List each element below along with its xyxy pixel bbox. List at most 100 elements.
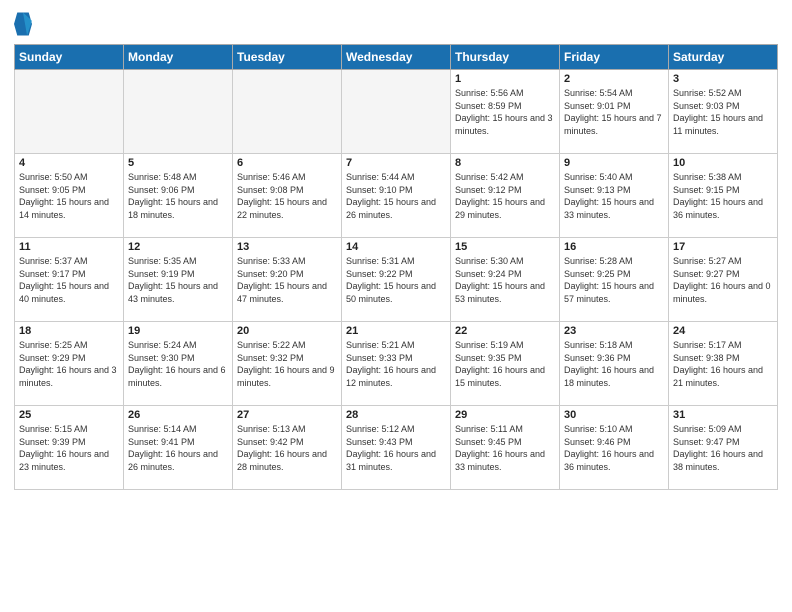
logo	[14, 10, 35, 38]
day-number: 12	[128, 241, 228, 253]
day-info: Sunrise: 5:27 AMSunset: 9:27 PMDaylight:…	[673, 255, 773, 305]
calendar-cell: 26 Sunrise: 5:14 AMSunset: 9:41 PMDayligh…	[124, 406, 233, 490]
day-number: 15	[455, 241, 555, 253]
calendar-cell: 22 Sunrise: 5:19 AMSunset: 9:35 PMDayligh…	[451, 322, 560, 406]
calendar: SundayMondayTuesdayWednesdayThursdayFrid…	[14, 44, 778, 490]
calendar-cell: 23 Sunrise: 5:18 AMSunset: 9:36 PMDayligh…	[560, 322, 669, 406]
day-info: Sunrise: 5:12 AMSunset: 9:43 PMDaylight:…	[346, 423, 446, 473]
calendar-cell: 31 Sunrise: 5:09 AMSunset: 9:47 PMDayligh…	[669, 406, 778, 490]
day-info: Sunrise: 5:56 AMSunset: 8:59 PMDaylight:…	[455, 87, 555, 137]
calendar-cell: 18Sunrise: 5:25 AMSunset: 9:29 PMDayligh…	[15, 322, 124, 406]
day-number: 17	[673, 241, 773, 253]
calendar-cell: 25 Sunrise: 5:15 AMSunset: 9:39 PMDayligh…	[15, 406, 124, 490]
week-row-3: 11 Sunrise: 5:37 AMSunset: 9:17 PMDayligh…	[15, 238, 778, 322]
day-info: Sunrise: 5:22 AMSunset: 9:32 PMDaylight:…	[237, 339, 337, 389]
day-number: 7	[346, 157, 446, 169]
day-number: 13	[237, 241, 337, 253]
weekday-header-sunday: Sunday	[15, 45, 124, 70]
day-info: Sunrise: 5:09 AMSunset: 9:47 PMDaylight:…	[673, 423, 773, 473]
day-number: 18	[19, 325, 119, 337]
day-number: 19	[128, 325, 228, 337]
day-info: Sunrise: 5:33 AMSunset: 9:20 PMDaylight:…	[237, 255, 337, 305]
day-number: 14	[346, 241, 446, 253]
day-info: Sunrise: 5:40 AMSunset: 9:13 PMDaylight:…	[564, 171, 664, 221]
week-row-2: 4 Sunrise: 5:50 AMSunset: 9:05 PMDaylight…	[15, 154, 778, 238]
day-info: Sunrise: 5:14 AMSunset: 9:41 PMDaylight:…	[128, 423, 228, 473]
day-info: Sunrise: 5:50 AMSunset: 9:05 PMDaylight:…	[19, 171, 119, 221]
header	[14, 10, 778, 38]
calendar-cell: 28 Sunrise: 5:12 AMSunset: 9:43 PMDayligh…	[342, 406, 451, 490]
day-number: 6	[237, 157, 337, 169]
page: SundayMondayTuesdayWednesdayThursdayFrid…	[0, 0, 792, 612]
calendar-cell: 10 Sunrise: 5:38 AMSunset: 9:15 PMDayligh…	[669, 154, 778, 238]
calendar-cell: 4 Sunrise: 5:50 AMSunset: 9:05 PMDaylight…	[15, 154, 124, 238]
day-info: Sunrise: 5:42 AMSunset: 9:12 PMDaylight:…	[455, 171, 555, 221]
weekday-header-thursday: Thursday	[451, 45, 560, 70]
calendar-cell: 6 Sunrise: 5:46 AMSunset: 9:08 PMDaylight…	[233, 154, 342, 238]
calendar-cell: 15Sunrise: 5:30 AMSunset: 9:24 PMDayligh…	[451, 238, 560, 322]
day-info: Sunrise: 5:10 AMSunset: 9:46 PMDaylight:…	[564, 423, 664, 473]
day-info: Sunrise: 5:11 AMSunset: 9:45 PMDaylight:…	[455, 423, 555, 473]
calendar-cell: 5Sunrise: 5:48 AMSunset: 9:06 PMDaylight…	[124, 154, 233, 238]
weekday-header-saturday: Saturday	[669, 45, 778, 70]
weekday-header-friday: Friday	[560, 45, 669, 70]
day-info: Sunrise: 5:37 AMSunset: 9:17 PMDaylight:…	[19, 255, 119, 305]
day-number: 2	[564, 73, 664, 85]
day-info: Sunrise: 5:19 AMSunset: 9:35 PMDaylight:…	[455, 339, 555, 389]
day-info: Sunrise: 5:44 AMSunset: 9:10 PMDaylight:…	[346, 171, 446, 221]
day-number: 23	[564, 325, 664, 337]
day-info: Sunrise: 5:21 AMSunset: 9:33 PMDaylight:…	[346, 339, 446, 389]
day-number: 8	[455, 157, 555, 169]
day-number: 11	[19, 241, 119, 253]
day-number: 27	[237, 409, 337, 421]
calendar-cell: 17 Sunrise: 5:27 AMSunset: 9:27 PMDayligh…	[669, 238, 778, 322]
day-number: 28	[346, 409, 446, 421]
calendar-cell	[342, 70, 451, 154]
day-number: 16	[564, 241, 664, 253]
day-info: Sunrise: 5:46 AMSunset: 9:08 PMDaylight:…	[237, 171, 337, 221]
day-number: 4	[19, 157, 119, 169]
calendar-cell: 1 Sunrise: 5:56 AMSunset: 8:59 PMDaylight…	[451, 70, 560, 154]
day-info: Sunrise: 5:15 AMSunset: 9:39 PMDaylight:…	[19, 423, 119, 473]
week-row-5: 25 Sunrise: 5:15 AMSunset: 9:39 PMDayligh…	[15, 406, 778, 490]
calendar-cell: 14 Sunrise: 5:31 AMSunset: 9:22 PMDayligh…	[342, 238, 451, 322]
day-number: 24	[673, 325, 773, 337]
day-number: 5	[128, 157, 228, 169]
day-number: 22	[455, 325, 555, 337]
week-row-1: 1 Sunrise: 5:56 AMSunset: 8:59 PMDaylight…	[15, 70, 778, 154]
weekday-header-row: SundayMondayTuesdayWednesdayThursdayFrid…	[15, 45, 778, 70]
calendar-cell: 12 Sunrise: 5:35 AMSunset: 9:19 PMDayligh…	[124, 238, 233, 322]
calendar-cell: 21 Sunrise: 5:21 AMSunset: 9:33 PMDayligh…	[342, 322, 451, 406]
weekday-header-monday: Monday	[124, 45, 233, 70]
day-number: 1	[455, 73, 555, 85]
week-row-4: 18Sunrise: 5:25 AMSunset: 9:29 PMDayligh…	[15, 322, 778, 406]
day-number: 9	[564, 157, 664, 169]
calendar-cell	[124, 70, 233, 154]
day-info: Sunrise: 5:52 AMSunset: 9:03 PMDaylight:…	[673, 87, 773, 137]
calendar-cell	[233, 70, 342, 154]
calendar-cell: 30Sunrise: 5:10 AMSunset: 9:46 PMDayligh…	[560, 406, 669, 490]
day-number: 21	[346, 325, 446, 337]
day-number: 10	[673, 157, 773, 169]
day-info: Sunrise: 5:54 AMSunset: 9:01 PMDaylight:…	[564, 87, 664, 137]
day-number: 26	[128, 409, 228, 421]
calendar-cell: 11 Sunrise: 5:37 AMSunset: 9:17 PMDayligh…	[15, 238, 124, 322]
calendar-cell: 24 Sunrise: 5:17 AMSunset: 9:38 PMDayligh…	[669, 322, 778, 406]
day-info: Sunrise: 5:28 AMSunset: 9:25 PMDaylight:…	[564, 255, 664, 305]
day-info: Sunrise: 5:31 AMSunset: 9:22 PMDaylight:…	[346, 255, 446, 305]
calendar-cell: 20 Sunrise: 5:22 AMSunset: 9:32 PMDayligh…	[233, 322, 342, 406]
day-info: Sunrise: 5:38 AMSunset: 9:15 PMDaylight:…	[673, 171, 773, 221]
calendar-cell: 2 Sunrise: 5:54 AMSunset: 9:01 PMDaylight…	[560, 70, 669, 154]
day-info: Sunrise: 5:18 AMSunset: 9:36 PMDaylight:…	[564, 339, 664, 389]
day-number: 31	[673, 409, 773, 421]
calendar-cell: 27Sunrise: 5:13 AMSunset: 9:42 PMDayligh…	[233, 406, 342, 490]
day-number: 25	[19, 409, 119, 421]
calendar-cell: 9 Sunrise: 5:40 AMSunset: 9:13 PMDaylight…	[560, 154, 669, 238]
day-info: Sunrise: 5:17 AMSunset: 9:38 PMDaylight:…	[673, 339, 773, 389]
day-number: 20	[237, 325, 337, 337]
weekday-header-tuesday: Tuesday	[233, 45, 342, 70]
calendar-cell: 7 Sunrise: 5:44 AMSunset: 9:10 PMDaylight…	[342, 154, 451, 238]
day-info: Sunrise: 5:35 AMSunset: 9:19 PMDaylight:…	[128, 255, 228, 305]
weekday-header-wednesday: Wednesday	[342, 45, 451, 70]
calendar-cell: 3Sunrise: 5:52 AMSunset: 9:03 PMDaylight…	[669, 70, 778, 154]
